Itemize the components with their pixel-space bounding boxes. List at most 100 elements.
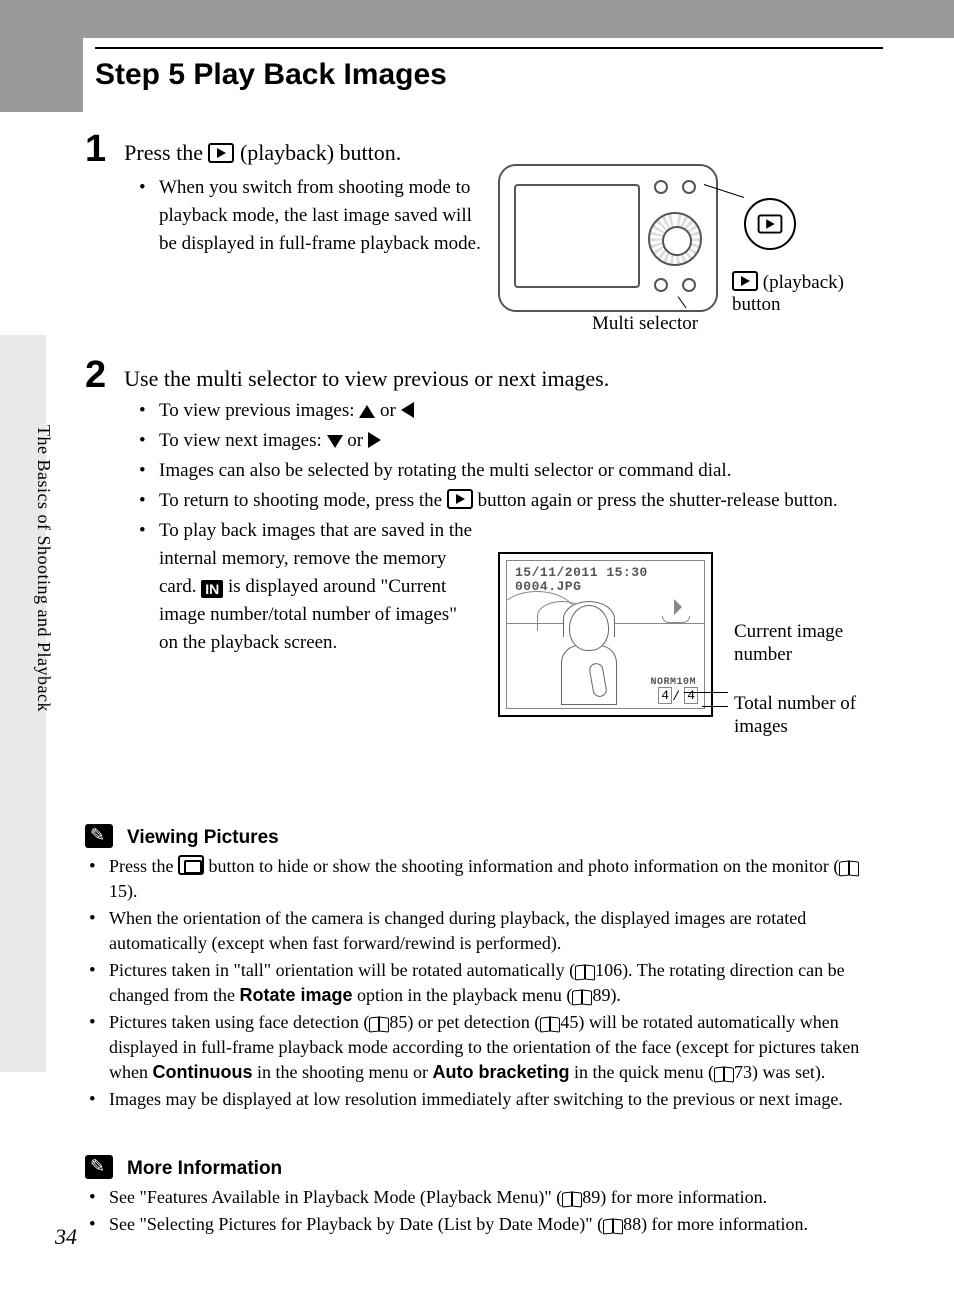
- person-shape: [569, 605, 609, 651]
- book-icon: [839, 859, 859, 874]
- page-ref: 89: [592, 985, 610, 1005]
- lcd-figure: 15/11/2011 15:30 0004.JPG NORM10M 4 / 4: [498, 552, 713, 717]
- camera-body: [498, 164, 718, 312]
- page-ref: 45: [560, 1012, 578, 1032]
- text: ) or pet detection (: [407, 1012, 540, 1032]
- camera-screen: [514, 184, 640, 288]
- step-1-bullet-1: When you switch from shooting mode to pl…: [135, 174, 485, 258]
- playback-button-callout: [744, 198, 796, 250]
- note-icon: [85, 824, 113, 848]
- step-1-heading-post: (playback) button.: [240, 140, 401, 165]
- bold-text: Rotate image: [239, 985, 352, 1005]
- text: ) was set).: [752, 1062, 825, 1082]
- boat-shape: [670, 615, 682, 635]
- step-1-heading-pre: Press the: [124, 140, 208, 165]
- viewing-bullet-1: Press the button to hide or show the sho…: [85, 854, 885, 904]
- side-tab-text: The Basics of Shooting and Playback: [33, 425, 54, 712]
- callout-line: [684, 692, 728, 693]
- step-2: 2 Use the multi selector to view previou…: [85, 354, 609, 397]
- playback-button-label: (playback) button: [732, 271, 844, 316]
- step-1-heading: Press the (playback) button.: [124, 140, 401, 166]
- playback-label-text-1: (playback): [763, 272, 844, 293]
- display-icon: [178, 855, 204, 875]
- text: ) for more information.: [600, 1187, 767, 1207]
- text: button to hide or show the shooting info…: [209, 856, 840, 876]
- viewing-bullet-3: Pictures taken in "tall" orientation wil…: [85, 958, 885, 1008]
- step-2-bullet-1: To view previous images: or: [135, 397, 867, 425]
- person-head: [569, 605, 609, 651]
- viewing-bullet-4: Pictures taken using face detection ( 85)…: [85, 1010, 885, 1085]
- page-ref: 89: [582, 1187, 600, 1207]
- text: ).: [127, 881, 138, 901]
- down-arrow-icon: [327, 435, 343, 448]
- lcd-date: 15/11/2011 15:30: [515, 565, 648, 580]
- more-bullet-2: See "Selecting Pictures for Playback by …: [85, 1212, 885, 1237]
- up-arrow-icon: [359, 405, 375, 418]
- more-bullet-1: See "Features Available in Playback Mode…: [85, 1185, 885, 1210]
- camera-button-dot: [654, 180, 668, 194]
- book-icon: [572, 988, 592, 1003]
- page-ref: 15: [109, 881, 127, 901]
- text: To view next images:: [159, 430, 327, 451]
- text: or: [380, 400, 401, 421]
- book-icon: [540, 1015, 560, 1030]
- page-ref: 88: [623, 1214, 641, 1234]
- lcd-filename: 0004.JPG: [515, 579, 581, 594]
- viewing-bullet-2: When the orientation of the camera is ch…: [85, 906, 885, 956]
- camera-button-dot: [654, 278, 668, 292]
- book-icon: [714, 1065, 734, 1080]
- step-2-bullet-4: To return to shooting mode, press the bu…: [135, 487, 855, 515]
- text: ).: [610, 985, 621, 1005]
- book-icon: [562, 1190, 582, 1205]
- playback-icon: [208, 143, 234, 163]
- lcd-current-number: 4: [658, 687, 672, 704]
- text: option in the playback menu (: [352, 985, 572, 1005]
- step-1-bullets: When you switch from shooting mode to pl…: [135, 174, 485, 260]
- page-ref: 85: [389, 1012, 407, 1032]
- viewing-bullet-5: Images may be displayed at low resolutio…: [85, 1087, 885, 1112]
- page-title: Step 5 Play Back Images: [95, 58, 447, 92]
- total-number-label: Total number of images: [734, 692, 884, 738]
- playback-icon: [447, 489, 473, 509]
- lcd-total-number: 4: [684, 687, 698, 704]
- text: button again or press the shutter-releas…: [478, 490, 838, 511]
- text: See "Selecting Pictures for Playback by …: [109, 1214, 603, 1234]
- camera-button-dot: [682, 180, 696, 194]
- bold-text: Auto bracketing: [432, 1062, 569, 1082]
- bold-text: Continuous: [153, 1062, 253, 1082]
- more-section-header: More Information: [85, 1155, 282, 1180]
- left-arrow-icon: [401, 402, 414, 418]
- playback-icon: [758, 215, 783, 234]
- viewing-bullets: Press the button to hide or show the sho…: [85, 854, 885, 1114]
- text: ) for more information.: [641, 1214, 808, 1234]
- text: Pictures taken using face detection (: [109, 1012, 369, 1032]
- step-2-bullet-2: To view next images: or: [135, 427, 867, 455]
- person-body: [561, 645, 617, 705]
- text: Pictures taken in "tall" orientation wil…: [109, 960, 575, 980]
- viewing-section-header: Viewing Pictures: [85, 824, 279, 849]
- step-1-number: 1: [85, 128, 106, 171]
- page-ref: 106: [595, 960, 622, 980]
- text: To view previous images:: [159, 400, 359, 421]
- header-rule: [95, 47, 883, 49]
- multi-selector-label: Multi selector: [592, 313, 698, 335]
- step-2-heading: Use the multi selector to view previous …: [124, 366, 609, 392]
- more-title: More Information: [127, 1158, 282, 1179]
- viewing-title: Viewing Pictures: [127, 827, 279, 848]
- text: in the shooting menu or: [252, 1062, 432, 1082]
- page-number: 34: [55, 1224, 77, 1250]
- right-arrow-icon: [368, 432, 381, 448]
- callout-line: [702, 706, 728, 707]
- internal-memory-icon: IN: [201, 580, 223, 598]
- more-bullets: See "Features Available in Playback Mode…: [85, 1185, 885, 1239]
- note-icon: [85, 1155, 113, 1179]
- text: or: [347, 430, 368, 451]
- book-icon: [575, 963, 595, 978]
- step-2-bullet-3: Images can also be selected by rotating …: [135, 457, 867, 485]
- text: Press the: [109, 856, 178, 876]
- camera-button-dot: [682, 278, 696, 292]
- book-icon: [369, 1015, 389, 1030]
- current-image-number-label: Current image number: [734, 620, 874, 666]
- playback-label-text-2: button: [732, 294, 781, 315]
- step-1: 1 Press the (playback) button.: [85, 128, 401, 171]
